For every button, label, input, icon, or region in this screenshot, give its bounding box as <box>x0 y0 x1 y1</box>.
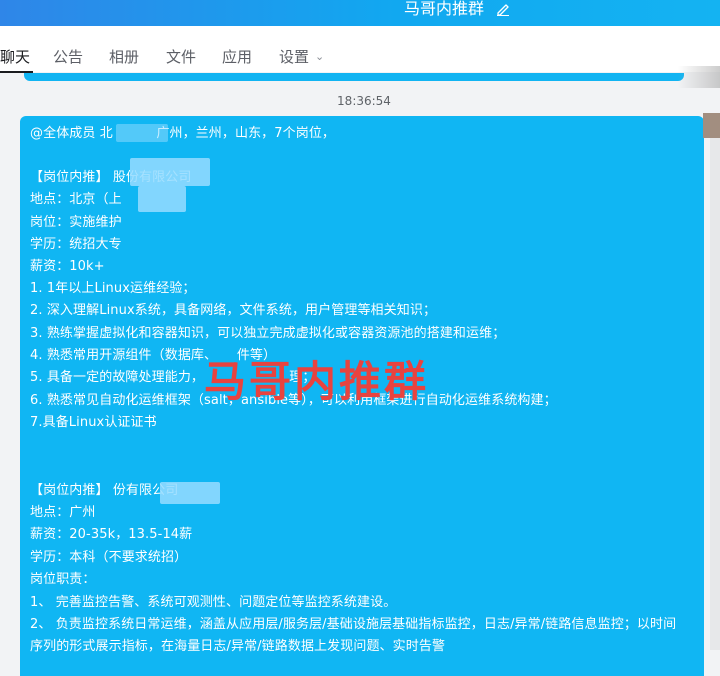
message-line: 1、 完善监控告警、系统可观测性、问题定位等监控系统建设。 <box>30 595 397 610</box>
watermark-text: 马哥内推群 <box>204 357 430 406</box>
message-line: 地点：北京（上 <box>30 192 122 207</box>
message-line: 地点：广州 <box>30 505 96 520</box>
previous-message-edge <box>24 73 684 81</box>
redaction-mosaic <box>138 186 186 212</box>
message-line: 薪资：20-35k，13.5-14薪 <box>30 527 193 542</box>
redaction-mosaic <box>130 158 210 186</box>
tab-chat[interactable]: 聊天 <box>0 46 30 67</box>
tab-apps[interactable]: 应用 <box>222 46 252 67</box>
message-line: 岗位职责： <box>30 572 96 587</box>
chevron-down-icon: ⌄ <box>315 50 325 63</box>
redaction-mosaic <box>116 124 168 142</box>
message-line: 2. 深入理解Linux系统，具备网络，文件系统，用户管理等相关知识； <box>30 303 437 318</box>
message-line: 1. 1年以上Linux运维经验； <box>30 281 196 296</box>
message-timestamp: 18:36:54 <box>337 94 391 108</box>
tab-settings-label: 设置 <box>279 48 310 66</box>
redaction-mosaic <box>160 482 220 504</box>
edit-pencil-icon[interactable] <box>496 2 510 16</box>
message-line: @全体成员 北 广州，兰州，山东，7个岗位， <box>30 126 336 141</box>
tab-settings[interactable]: 设置 ⌄ <box>279 46 324 67</box>
message-line: 薪资：10k+ <box>30 259 105 274</box>
message-line: 7.具备Linux认证证书 <box>30 415 157 430</box>
scroll-shadow <box>678 66 720 88</box>
message-line: 学历：统招大专 <box>30 237 122 252</box>
tab-announcement[interactable]: 公告 <box>53 46 83 67</box>
tab-files[interactable]: 文件 <box>166 46 196 67</box>
scrollbar-track[interactable] <box>710 138 720 650</box>
message-line: 【岗位内推】 份有限公司 <box>30 483 179 498</box>
message-line: 学历：本科（不要求统招） <box>30 550 188 565</box>
message-line: 序列的形式展示指标，在海量日志/异常/链路数据上发现问题、实时告警 <box>30 639 446 654</box>
side-thumbnail <box>703 113 720 138</box>
tab-bar: 聊天 公告 相册 文件 应用 设置 ⌄ <box>0 26 720 73</box>
group-title: 马哥内推群 <box>404 0 485 18</box>
message-line: 3. 熟练掌握虚拟化和容器知识，可以独立完成虚拟化或容器资源池的搭建和运维； <box>30 326 506 341</box>
message-line: 2、 负责监控系统日常运维，涵盖从应用层/服务层/基础设施层基础指标监控，日志/… <box>30 617 677 632</box>
message-line: 岗位：实施维护 <box>30 215 122 230</box>
tab-album[interactable]: 相册 <box>109 46 139 67</box>
window-title-bar: 马哥内推群 <box>0 0 720 26</box>
